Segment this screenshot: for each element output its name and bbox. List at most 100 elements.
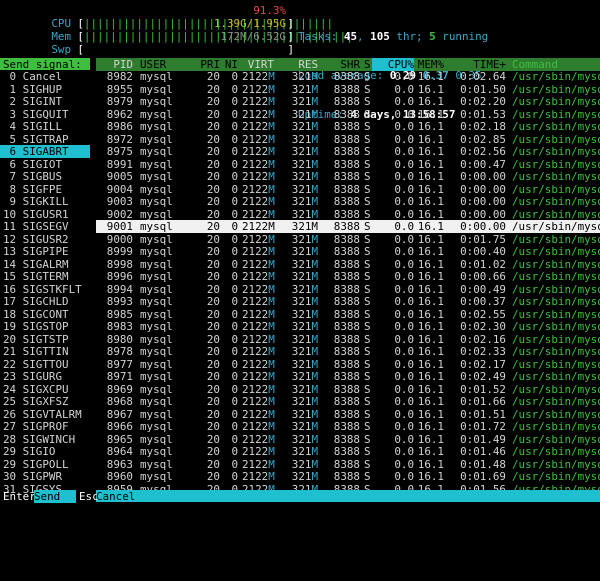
process-pid: 8982 — [106, 70, 133, 83]
process-row[interactable]: 8991 mysql 20 0 2122M 321M 8388 S 0.0 16.1 0:00.47… — [96, 158, 600, 171]
signal-item[interactable]: 14 SIGALRM — [0, 258, 90, 271]
process-row[interactable]: 9002 mysql 20 0 2122M 321M 8388 S 0.0 16.1 0:00.00… — [96, 208, 600, 221]
signal-item[interactable]: 7 SIGBUS — [0, 170, 90, 183]
signal-item[interactable]: 28 SIGWINCH — [0, 433, 90, 446]
signal-item[interactable]: 19 SIGSTOP — [0, 320, 90, 333]
signal-item[interactable]: 13 SIGPIPE — [0, 245, 90, 258]
process-pid: 8972 — [106, 132, 133, 146]
process-ni: 0 — [231, 232, 238, 246]
process-row[interactable]: 8960 mysql 20 0 2122M 321M 8388 S 0.0 16.1 0:01.69… — [96, 470, 600, 483]
signal-item[interactable]: 25 SIGXFSZ — [0, 395, 90, 408]
process-row[interactable]: 8998 mysql 20 0 2122M 321M 8388 S 0.0 16.1 0:01.02… — [96, 258, 600, 271]
process-ni: 0 — [231, 420, 238, 433]
process-mem: 16.1 — [417, 95, 444, 108]
cancel-button[interactable]: Cancel — [96, 490, 135, 503]
signal-item[interactable]: 30 SIGPWR — [0, 470, 90, 483]
signal-item[interactable]: 16 SIGSTKFLT — [0, 283, 90, 296]
process-time: 0:00.00 — [460, 170, 506, 183]
process-user: mysql — [140, 320, 173, 333]
process-row[interactable]: 8977 mysql 20 0 2122M 321M 8388 S 0.0 16.1 0:02.17… — [96, 358, 600, 371]
process-shr: 8388 — [333, 395, 360, 408]
process-row[interactable]: 8993 mysql 20 0 2122M 321M 8388 S 0.0 16.1 0:00.37… — [96, 295, 600, 308]
process-row[interactable]: 8972 mysql 20 0 2122M 321M 8388 S 0.0 16.1 0:02.85… — [96, 133, 600, 146]
process-row[interactable]: 8969 mysql 20 0 2122M 321M 8388 S 0.0 16.1 0:01.52… — [96, 383, 600, 396]
process-ni: 0 — [231, 282, 238, 296]
process-res: 321M — [291, 107, 318, 121]
send-button[interactable]: Send — [34, 490, 76, 503]
process-time: 0:02.49 — [460, 370, 506, 383]
signal-item[interactable]: 1 SIGHUP — [0, 83, 90, 96]
signal-item[interactable]: 29 SIGIO — [0, 445, 90, 458]
signal-item[interactable]: 3 SIGQUIT — [0, 108, 90, 121]
process-row[interactable]: 8978 mysql 20 0 2122M 321M 8388 S 0.0 16.1 0:02.33… — [96, 345, 600, 358]
process-s: S — [364, 182, 371, 196]
process-row[interactable]: 8962 mysql 20 0 2122M 321M 8388 S 0.0 16.1 0:01.53… — [96, 108, 600, 121]
process-row[interactable]: 9005 mysql 20 0 2122M 321M 8388 S 0.0 16.1 0:00.00… — [96, 170, 600, 183]
process-row[interactable]: 8983 mysql 20 0 2122M 321M 8388 S 0.0 16.1 0:02.30… — [96, 320, 600, 333]
signal-item[interactable]: 10 SIGUSR1 — [0, 208, 90, 221]
process-virt: 2122M — [242, 395, 275, 408]
process-row[interactable]: 8964 mysql 20 0 2122M 321M 8388 S 0.0 16.1 0:01.46… — [96, 445, 600, 458]
process-row[interactable]: 8971 mysql 20 0 2122M 321M 8388 S 0.0 16.1 0:02.49… — [96, 370, 600, 383]
process-row[interactable]: 9004 mysql 20 0 2122M 321M 8388 S 0.0 16.1 0:00.00… — [96, 183, 600, 196]
process-mem: 16.1 — [417, 270, 444, 283]
process-mem: 16.1 — [417, 295, 444, 308]
signal-item[interactable]: 9 SIGKILL — [0, 195, 90, 208]
process-s: S — [364, 145, 371, 158]
process-row[interactable]: 8963 mysql 20 0 2122M 321M 8388 S 0.0 16.1 0:01.48… — [96, 458, 600, 471]
process-row[interactable]: 8975 mysql 20 0 2122M 321M 8388 S 0.0 16.1 0:02.56… — [96, 145, 600, 158]
process-row[interactable]: 8979 mysql 20 0 2122M 321M 8388 S 0.0 16.1 0:02.20… — [96, 95, 600, 108]
process-row[interactable]: 8999 mysql 20 0 2122M 321M 8388 S 0.0 16.1 0:00.40… — [96, 245, 600, 258]
process-shr: 8388 — [333, 107, 360, 121]
signal-item[interactable]: 23 SIGURG — [0, 370, 90, 383]
process-row[interactable]: 8980 mysql 20 0 2122M 321M 8388 S 0.0 16.1 0:02.16… — [96, 333, 600, 346]
signal-item[interactable]: 22 SIGTTOU — [0, 358, 90, 371]
process-row[interactable]: 8986 mysql 20 0 2122M 321M 8388 S 0.0 16.1 0:02.18… — [96, 120, 600, 133]
signal-item[interactable]: 15 SIGTERM — [0, 270, 90, 283]
signal-item[interactable]: 11 SIGSEGV — [0, 220, 90, 233]
process-row[interactable]: 8996 mysql 20 0 2122M 321M 8388 S 0.0 16.1 0:00.66… — [96, 270, 600, 283]
signal-item[interactable]: 12 SIGUSR2 — [0, 233, 90, 246]
process-row[interactable]: 8965 mysql 20 0 2122M 321M 8388 S 0.0 16.1 0:01.49… — [96, 433, 600, 446]
signal-item[interactable]: 8 SIGFPE — [0, 183, 90, 196]
signal-item[interactable]: 2 SIGINT — [0, 95, 90, 108]
signal-item[interactable]: 18 SIGCONT — [0, 308, 90, 321]
swap-meter-label: Swp — [51, 43, 72, 56]
signal-item[interactable]: 6 SIGIOT — [0, 158, 90, 171]
signal-item[interactable]: 21 SIGTTIN — [0, 345, 90, 358]
process-mem: 16.1 — [417, 332, 444, 346]
signal-item[interactable]: 26 SIGVTALRM — [0, 408, 90, 421]
process-table[interactable]: 8982 mysql 20 0 2122M 321M 8388 S 0.0 16.1 0:02.64… — [96, 70, 600, 496]
process-cpu: 0.0 — [394, 307, 414, 321]
process-row[interactable]: 8982 mysql 20 0 2122M 321M 8388 S 0.0 16.1 0:02.64… — [96, 70, 600, 83]
process-pid: 8963 — [106, 457, 133, 471]
tasks-count: 45 — [343, 30, 358, 43]
process-user: mysql — [140, 170, 173, 183]
process-mem: 16.1 — [417, 132, 444, 146]
signal-item[interactable]: 5 SIGTRAP — [0, 133, 90, 146]
process-row[interactable]: 9001 mysql 20 0 2122M 321M 8388 S 0.0 16.1 0:00.00… — [96, 220, 600, 233]
process-row[interactable]: 8967 mysql 20 0 2122M 321M 8388 S 0.0 16.1 0:01.51… — [96, 408, 600, 421]
signal-item[interactable]: 29 SIGPOLL — [0, 458, 90, 471]
signal-item[interactable]: 4 SIGILL — [0, 120, 90, 133]
signal-item[interactable]: 17 SIGCHLD — [0, 295, 90, 308]
process-row[interactable]: 8985 mysql 20 0 2122M 321M 8388 S 0.0 16.1 0:02.55… — [96, 308, 600, 321]
signal-item[interactable]: 27 SIGPROF — [0, 420, 90, 433]
process-row[interactable]: 8968 mysql 20 0 2122M 321M 8388 S 0.0 16.1 0:01.66… — [96, 395, 600, 408]
process-row[interactable]: 8994 mysql 20 0 2122M 321M 8388 S 0.0 16.1 0:00.49… — [96, 283, 600, 296]
signal-item[interactable]: 20 SIGTSTP — [0, 333, 90, 346]
process-row[interactable]: 9000 mysql 20 0 2122M 321M 8388 S 0.0 16.1 0:01.75… — [96, 233, 600, 246]
process-virt: 2122M — [242, 332, 275, 346]
process-row[interactable]: 9003 mysql 20 0 2122M 321M 8388 S 0.0 16.1 0:00.00… — [96, 195, 600, 208]
process-user: mysql — [140, 95, 173, 108]
process-row[interactable]: 8966 mysql 20 0 2122M 321M 8388 S 0.0 16.1 0:01.72… — [96, 420, 600, 433]
signal-list[interactable]: 0 Cancel 1 SIGHUP 2 SIGINT 3 SIGQUIT 4 S… — [0, 70, 90, 495]
process-virt: 2122M — [242, 170, 275, 183]
process-user: mysql — [140, 445, 173, 458]
signal-item[interactable]: 0 Cancel — [0, 70, 90, 83]
process-row[interactable]: 8955 mysql 20 0 2122M 321M 8388 S 0.0 16.1 0:01.50… — [96, 83, 600, 96]
signal-item[interactable]: 6 SIGABRT — [0, 145, 90, 158]
process-mem: 16.1 — [417, 357, 444, 371]
process-res: 321M — [291, 320, 318, 333]
signal-item[interactable]: 24 SIGXCPU — [0, 383, 90, 396]
